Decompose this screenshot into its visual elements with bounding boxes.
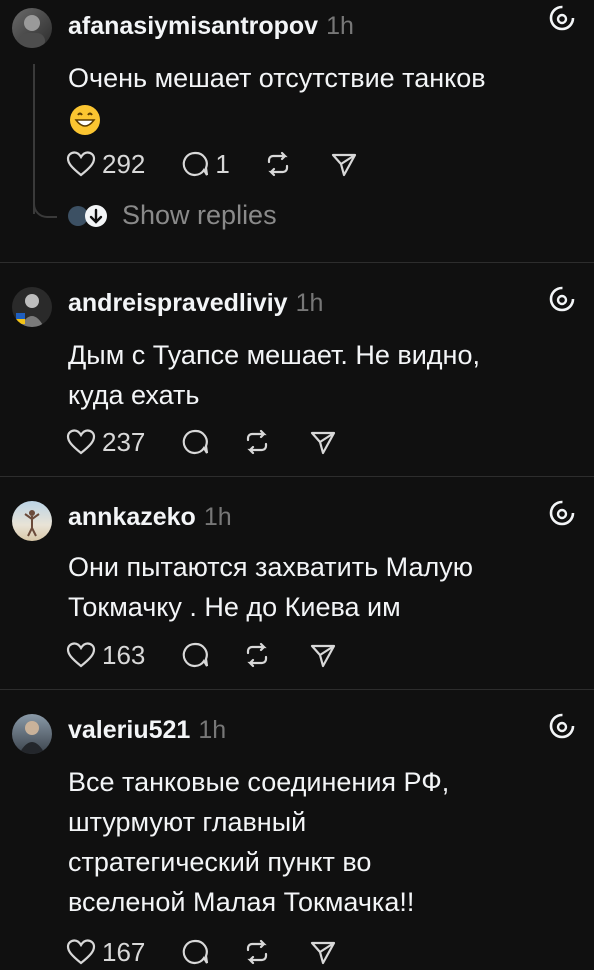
threads-logo-icon[interactable] [548,712,576,740]
action-bar: 163 [66,637,337,673]
thread-curve [33,198,57,218]
avatar[interactable] [12,8,52,48]
show-replies-button[interactable]: Show replies [66,200,277,231]
repost-button[interactable] [243,641,271,669]
grinning-face-emoji [70,104,100,135]
username[interactable]: valeriu521 1h [68,716,226,745]
comment-count: 1 [215,148,230,179]
reply-post: annkazeko 1h Они пытаются захватить Малую… [0,477,594,689]
avatar[interactable] [12,501,52,541]
action-bar: 237 [66,424,337,460]
timestamp: 1h [198,716,227,744]
send-icon [311,431,336,455]
threads-logo-icon[interactable] [548,4,576,32]
share-button[interactable] [309,938,337,966]
repost-icon [247,939,268,965]
reply-post: valeriu521 1h Все танковые соединения РФ,… [0,690,594,967]
threads-logo-icon[interactable] [548,285,576,313]
comment-button[interactable] [181,938,209,966]
username[interactable]: andreispravedliviy 1h [68,289,323,318]
repost-button[interactable] [243,938,271,966]
like-button[interactable]: 163 [66,640,145,671]
action-bar: 167 [66,934,337,970]
post-text: Очень мешает отсутствие танков [68,58,578,138]
comment-button[interactable] [181,641,209,669]
show-replies-label: Show replies [122,200,277,230]
like-count: 237 [102,426,146,457]
like-count: 292 [102,148,146,179]
post-text: Все танковые соединения РФ, штурмуют гла… [68,767,450,917]
like-button[interactable]: 292 [66,149,145,180]
timestamp: 1h [295,289,324,317]
comment-bubble-icon [183,151,209,177]
thread-line [33,64,35,214]
share-button[interactable] [330,150,358,178]
like-count: 167 [102,936,146,967]
username[interactable]: afanasiymisantropov 1h [68,12,354,41]
timestamp: 1h [203,503,232,531]
share-button[interactable] [309,428,337,456]
send-icon [311,644,336,668]
like-button[interactable]: 237 [66,427,145,458]
avatar[interactable] [12,714,52,754]
comment-bubble-icon [183,939,209,965]
heart-icon [66,429,96,455]
avatar[interactable] [12,287,52,327]
action-bar: 292 1 [66,146,358,182]
threads-logo-icon[interactable] [548,499,576,527]
comment-bubble-icon [183,429,209,455]
repost-icon [247,642,268,668]
repost-button[interactable] [243,428,271,456]
heart-icon [66,151,96,177]
share-button[interactable] [309,641,337,669]
send-icon [311,941,336,965]
send-icon [331,153,356,177]
heart-icon [66,642,96,668]
repost-button[interactable] [264,150,292,178]
post-text: Дым с Туапсе мешает. Не видно, куда ехат… [68,340,480,410]
reply-post: afanasiymisantropov 1h Очень мешает отсут… [0,0,594,262]
comment-button[interactable] [181,428,209,456]
username[interactable]: annkazeko 1h [68,503,232,532]
like-count: 163 [102,639,146,670]
heart-icon [66,939,96,965]
reply-post: andreispravedliviy 1h Дым с Туапсе мешает… [0,263,594,476]
comment-bubble-icon [183,642,209,668]
comment-button[interactable]: 1 [181,148,230,180]
like-button[interactable]: 167 [66,937,145,968]
reply-avatars-icon [68,204,107,227]
post-text: Они пытаются захватить Малую Токмачку . … [68,552,473,622]
repost-icon [247,429,268,455]
timestamp: 1h [326,12,354,40]
repost-icon [267,151,288,177]
